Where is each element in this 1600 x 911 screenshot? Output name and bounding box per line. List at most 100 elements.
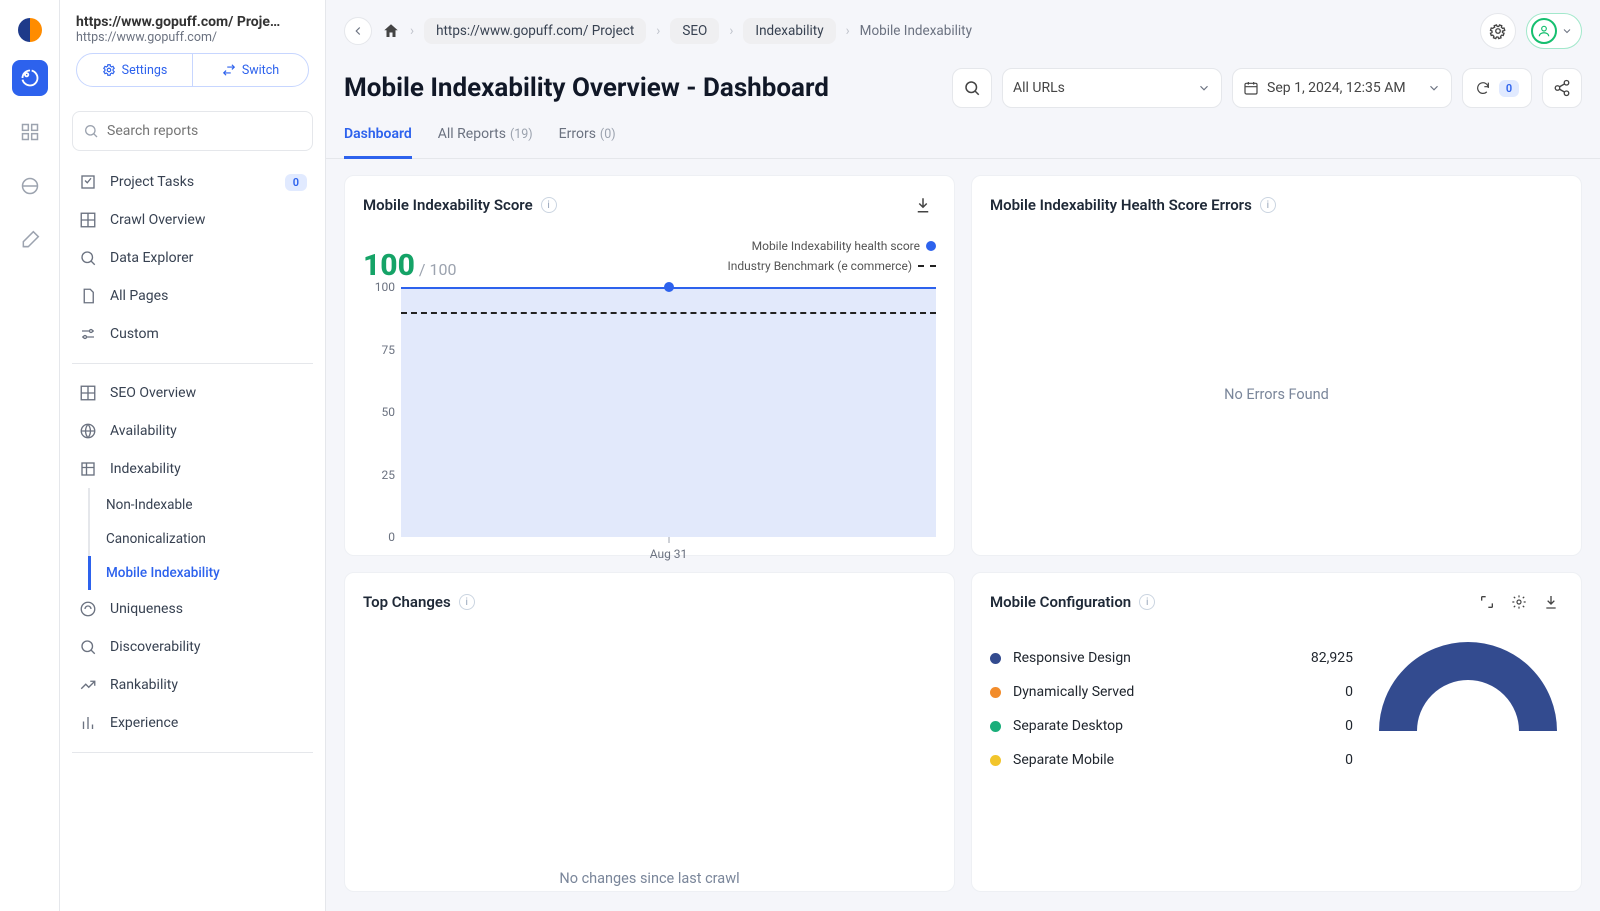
score-chart: 0255075100Aug 31 <box>401 287 936 537</box>
mobile-config-row[interactable]: Separate Mobile 0 <box>990 743 1353 777</box>
info-icon[interactable]: i <box>459 594 475 610</box>
y-tick-label: 25 <box>363 468 395 482</box>
sync-button[interactable]: 0 <box>1462 68 1532 108</box>
sidebar-item-project-tasks[interactable]: Project Tasks 0 <box>72 163 313 201</box>
chart-area <box>401 287 936 537</box>
url-scope-label: All URLs <box>1013 80 1065 96</box>
main: › https://www.gopuff.com/ Project › SEO … <box>326 0 1600 911</box>
user-menu[interactable] <box>1526 13 1582 49</box>
search-icon <box>963 79 981 97</box>
mobile-config-list: Responsive Design82,925Dynamically Serve… <box>990 641 1353 777</box>
tab-label: Errors <box>559 126 596 142</box>
url-scope-select[interactable]: All URLs <box>1002 68 1222 108</box>
card-title: Mobile Configuration <box>990 593 1131 611</box>
chevron-right-icon: › <box>729 23 733 39</box>
switch-pill[interactable]: Switch <box>192 54 308 86</box>
chevron-right-icon: › <box>656 23 660 39</box>
y-tick-label: 0 <box>363 530 395 544</box>
sync-count: 0 <box>1499 80 1519 97</box>
mobile-config-value: 0 <box>1283 752 1353 768</box>
download-icon[interactable] <box>1539 590 1563 614</box>
site-header: https://www.gopuff.com/ Proje… https://w… <box>72 14 313 97</box>
search-reports[interactable] <box>72 111 313 151</box>
gear-icon[interactable] <box>1507 590 1531 614</box>
date-select[interactable]: Sep 1, 2024, 12:35 AM <box>1232 68 1452 108</box>
share-button[interactable] <box>1542 68 1582 108</box>
legend-dot-icon <box>990 687 1001 698</box>
tasks-badge: 0 <box>285 174 307 191</box>
sidebar-sub-canonicalization[interactable]: Canonicalization <box>90 522 313 556</box>
tab-dashboard[interactable]: Dashboard <box>344 126 412 159</box>
switch-label: Switch <box>242 63 279 78</box>
settings-label: Settings <box>122 63 168 78</box>
sidebar-label: Project Tasks <box>110 174 194 190</box>
tab-all-reports[interactable]: All Reports (19) <box>438 126 533 158</box>
crumb-indexability[interactable]: Indexability <box>743 18 835 44</box>
sidebar-item-all-pages[interactable]: All Pages <box>72 277 313 315</box>
legend-dot-icon <box>990 721 1001 732</box>
mobile-config-row[interactable]: Dynamically Served0 <box>990 675 1353 709</box>
download-icon[interactable] <box>910 192 936 218</box>
back-button[interactable] <box>344 17 372 45</box>
legend-bench: Industry Benchmark (e commerce) <box>727 259 912 273</box>
y-tick-label: 100 <box>363 280 395 294</box>
expand-icon[interactable] <box>1475 590 1499 614</box>
grid-icon <box>78 384 98 402</box>
mobile-config-row[interactable]: Responsive Design82,925 <box>990 641 1353 675</box>
sidebar-item-data-explorer[interactable]: Data Explorer <box>72 239 313 277</box>
crumb-project[interactable]: https://www.gopuff.com/ Project <box>424 18 646 44</box>
mobile-config-label: Separate Mobile <box>1013 752 1271 768</box>
rail-edit-icon[interactable] <box>12 222 48 258</box>
home-icon[interactable] <box>382 22 400 40</box>
page-title: Mobile Indexability Overview - Dashboard <box>344 73 829 103</box>
tab-errors[interactable]: Errors (0) <box>559 126 616 158</box>
sidebar-item-availability[interactable]: Availability <box>72 412 313 450</box>
card-score: Mobile Indexability Score i 100 / 100 Mo… <box>344 175 955 556</box>
crumb-seo[interactable]: SEO <box>670 18 719 44</box>
sidebar-item-discoverability[interactable]: Discoverability <box>72 628 313 666</box>
sidebar-label: Availability <box>110 423 177 439</box>
sidebar-item-crawl-overview[interactable]: Crawl Overview <box>72 201 313 239</box>
search-input[interactable] <box>107 123 302 139</box>
info-icon[interactable]: i <box>1260 197 1276 213</box>
user-avatar-icon <box>1531 18 1557 44</box>
info-icon[interactable]: i <box>1139 594 1155 610</box>
sliders-icon <box>78 325 98 343</box>
sidebar-label: Uniqueness <box>110 601 183 617</box>
sidebar-item-custom[interactable]: Custom <box>72 315 313 353</box>
rail-globe-icon[interactable] <box>12 168 48 204</box>
rail-dashboard-icon[interactable] <box>12 114 48 150</box>
settings-pill[interactable]: Settings <box>77 54 192 86</box>
rail-crawl-icon[interactable] <box>12 60 48 96</box>
mobile-config-row[interactable]: Separate Desktop0 <box>990 709 1353 743</box>
tab-label: Dashboard <box>344 126 412 142</box>
tab-count: (19) <box>510 127 533 142</box>
sidebar-label: Experience <box>110 715 178 731</box>
mobile-config-value: 82,925 <box>1283 650 1353 666</box>
x-tick-label: Aug 31 <box>650 547 688 561</box>
errors-empty: No Errors Found <box>972 234 1581 554</box>
donut-chart <box>1373 641 1563 777</box>
settings-button[interactable] <box>1480 13 1516 49</box>
legend-dash-icon <box>918 265 936 267</box>
site-url: https://www.gopuff.com/ <box>76 30 309 45</box>
page-icon <box>78 287 98 305</box>
search-button[interactable] <box>952 68 992 108</box>
sidebar-sub-nonindexable[interactable]: Non-Indexable <box>90 488 313 522</box>
grid-icon <box>78 211 98 229</box>
info-icon[interactable]: i <box>541 197 557 213</box>
content: Mobile Indexability Score i 100 / 100 Mo… <box>326 159 1600 908</box>
card-title: Mobile Indexability Health Score Errors <box>990 196 1252 214</box>
x-tick <box>668 537 669 543</box>
header-row: Mobile Indexability Overview - Dashboard… <box>326 62 1600 108</box>
chart-marker <box>664 282 674 292</box>
globe-icon <box>78 422 98 440</box>
sidebar-item-seo-overview[interactable]: SEO Overview <box>72 374 313 412</box>
sidebar-label: All Pages <box>110 288 168 304</box>
sidebar-item-indexability[interactable]: Indexability <box>72 450 313 488</box>
sidebar-item-rankability[interactable]: Rankability <box>72 666 313 704</box>
chevron-right-icon: › <box>410 23 414 39</box>
sidebar-item-uniqueness[interactable]: Uniqueness <box>72 590 313 628</box>
sidebar-item-experience[interactable]: Experience <box>72 704 313 742</box>
sidebar-sub-mobile-indexability[interactable]: Mobile Indexability <box>88 556 313 590</box>
